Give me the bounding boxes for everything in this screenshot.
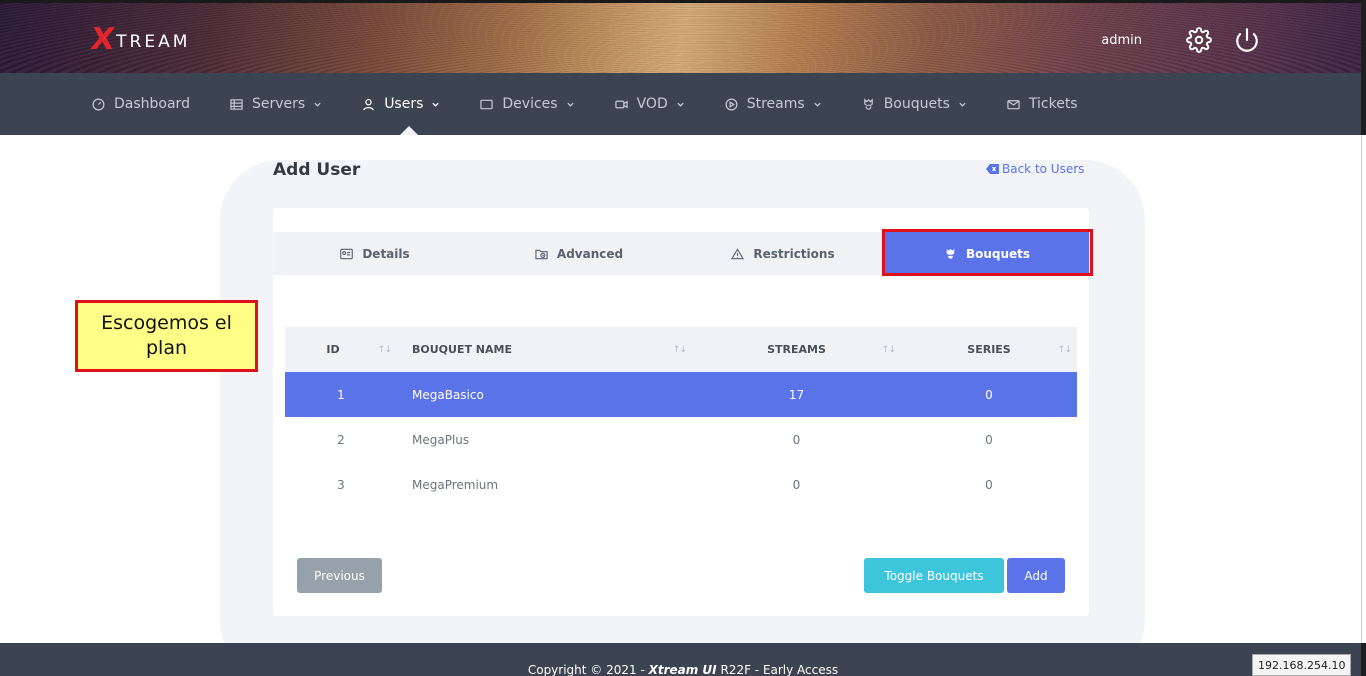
chevron-down-icon (314, 102, 321, 107)
chevron-down-icon (677, 102, 684, 107)
footer-suffix: R22F - Early Access (716, 663, 839, 676)
toggle-bouquets-button[interactable]: Toggle Bouquets (864, 558, 1004, 593)
id-card-icon (340, 248, 354, 259)
header-label: ID (326, 343, 340, 356)
nav-dashboard[interactable]: Dashboard (92, 96, 190, 112)
nav-devices[interactable]: Devices (480, 96, 574, 112)
nav-streams[interactable]: Streams (725, 96, 822, 112)
header-series[interactable]: SERIES ↑↓ (901, 343, 1077, 356)
tab-details[interactable]: Details (273, 232, 477, 275)
sort-icon: ↑↓ (881, 344, 896, 355)
cell-series: 0 (985, 432, 993, 447)
server-icon (230, 98, 243, 110)
logo-text: TREAM (116, 31, 191, 52)
nav-servers[interactable]: Servers (230, 96, 322, 112)
tab-advanced[interactable]: Advanced (477, 232, 681, 275)
tab-label: Details (362, 246, 410, 261)
warning-icon (731, 247, 745, 259)
top-header: X TREAM admin (0, 0, 1366, 73)
chevron-down-icon (814, 102, 821, 107)
folder-clock-icon (535, 249, 548, 259)
header-label: SERIES (967, 343, 1011, 356)
nav-label: Servers (251, 96, 306, 112)
table-header: ID ↑↓ BOUQUET NAME ↑↓ STREAMS ↑↓ SERIES ↑↓ (285, 327, 1077, 372)
nav-vod[interactable]: VOD (614, 96, 685, 112)
sort-asc-icon: ↑↓ (377, 344, 392, 355)
header-actions: admin (1101, 27, 1260, 53)
back-link-label: Back to Users (1002, 162, 1085, 176)
table-row[interactable]: 3 MegaPremium 0 0 (285, 462, 1077, 507)
chevron-down-icon (432, 102, 440, 107)
page-title: Add User (273, 160, 361, 180)
nav-users[interactable]: Users (362, 96, 440, 112)
header-streams[interactable]: STREAMS ↑↓ (692, 343, 901, 356)
nav-bouquets[interactable]: Bouquets (862, 96, 967, 112)
header-bouquet-name[interactable]: BOUQUET NAME ↑↓ (397, 343, 692, 356)
tab-label: Restrictions (753, 246, 835, 261)
previous-button[interactable]: Previous (297, 558, 382, 593)
footer: Copyright © 2021 - Xtream UI R22F - Earl… (0, 643, 1366, 676)
xtream-logo[interactable]: X TREAM (88, 22, 191, 57)
table-row[interactable]: 1 MegaBasico 17 0 (285, 372, 1077, 417)
nav-label: Bouquets (883, 96, 950, 112)
cell-name: MegaPlus (412, 432, 470, 447)
power-icon[interactable] (1234, 27, 1260, 53)
header-label: BOUQUET NAME (412, 343, 512, 356)
cell-id: 1 (337, 387, 345, 402)
video-icon (614, 100, 628, 108)
cell-name: MegaPremium (412, 477, 499, 492)
cell-id: 2 (337, 432, 345, 447)
footer-copyright: Copyright © 2021 - Xtream UI R22F - Earl… (0, 663, 1366, 676)
nav-label: Tickets (1028, 96, 1078, 112)
nav-label: Users (384, 96, 424, 112)
logo-x: X (88, 22, 117, 57)
cell-id: 3 (337, 477, 345, 492)
footer-prefix: Copyright © 2021 - (527, 663, 649, 676)
footer-brand: Xtream UI (648, 663, 717, 676)
main-navbar: Dashboard Servers Users Devices VOD Stre… (0, 73, 1366, 135)
nav-tickets[interactable]: Tickets (1007, 96, 1078, 112)
username-label[interactable]: admin (1101, 33, 1142, 48)
cell-streams: 0 (792, 432, 801, 447)
cell-streams: 0 (792, 477, 801, 492)
bouquets-tab-highlight (882, 229, 1093, 276)
header-id[interactable]: ID ↑↓ (285, 343, 397, 356)
add-button[interactable]: Add (1007, 558, 1065, 593)
chevron-down-icon (566, 102, 574, 107)
cell-name: MegaBasico (412, 387, 484, 402)
table-row[interactable]: 2 MegaPlus 0 0 (285, 417, 1077, 462)
user-icon (363, 98, 374, 110)
nav-label: VOD (636, 96, 668, 112)
flower-icon (863, 97, 873, 110)
tab-label: Advanced (556, 246, 624, 261)
backspace-icon (986, 164, 999, 174)
gauge-icon (92, 98, 105, 110)
sort-icon: ↑↓ (1057, 344, 1072, 355)
bouquets-table: ID ↑↓ BOUQUET NAME ↑↓ STREAMS ↑↓ SERIES ↑↓ 1… (285, 327, 1077, 507)
nav-label: Dashboard (114, 96, 190, 112)
annotation-callout: Escogemos el plan (75, 300, 258, 372)
nav-label: Streams (746, 96, 805, 112)
monitor-icon (480, 99, 494, 109)
active-nav-pointer (400, 126, 418, 135)
cell-series: 0 (985, 477, 993, 492)
chevron-down-icon (959, 102, 966, 107)
play-circle-icon (725, 98, 738, 110)
nav-label: Devices (502, 96, 558, 112)
window-edge-content (1361, 135, 1366, 643)
ip-address-badge: 192.168.254.10 (1252, 654, 1352, 676)
cell-series: 0 (985, 387, 993, 402)
header-label: STREAMS (767, 343, 826, 356)
mail-icon (1007, 99, 1020, 109)
sort-icon: ↑↓ (672, 344, 687, 355)
gear-icon[interactable] (1186, 27, 1212, 53)
back-to-users-link[interactable]: Back to Users (986, 162, 1084, 176)
cell-streams: 17 (788, 387, 805, 402)
tab-restrictions[interactable]: Restrictions (681, 232, 885, 275)
